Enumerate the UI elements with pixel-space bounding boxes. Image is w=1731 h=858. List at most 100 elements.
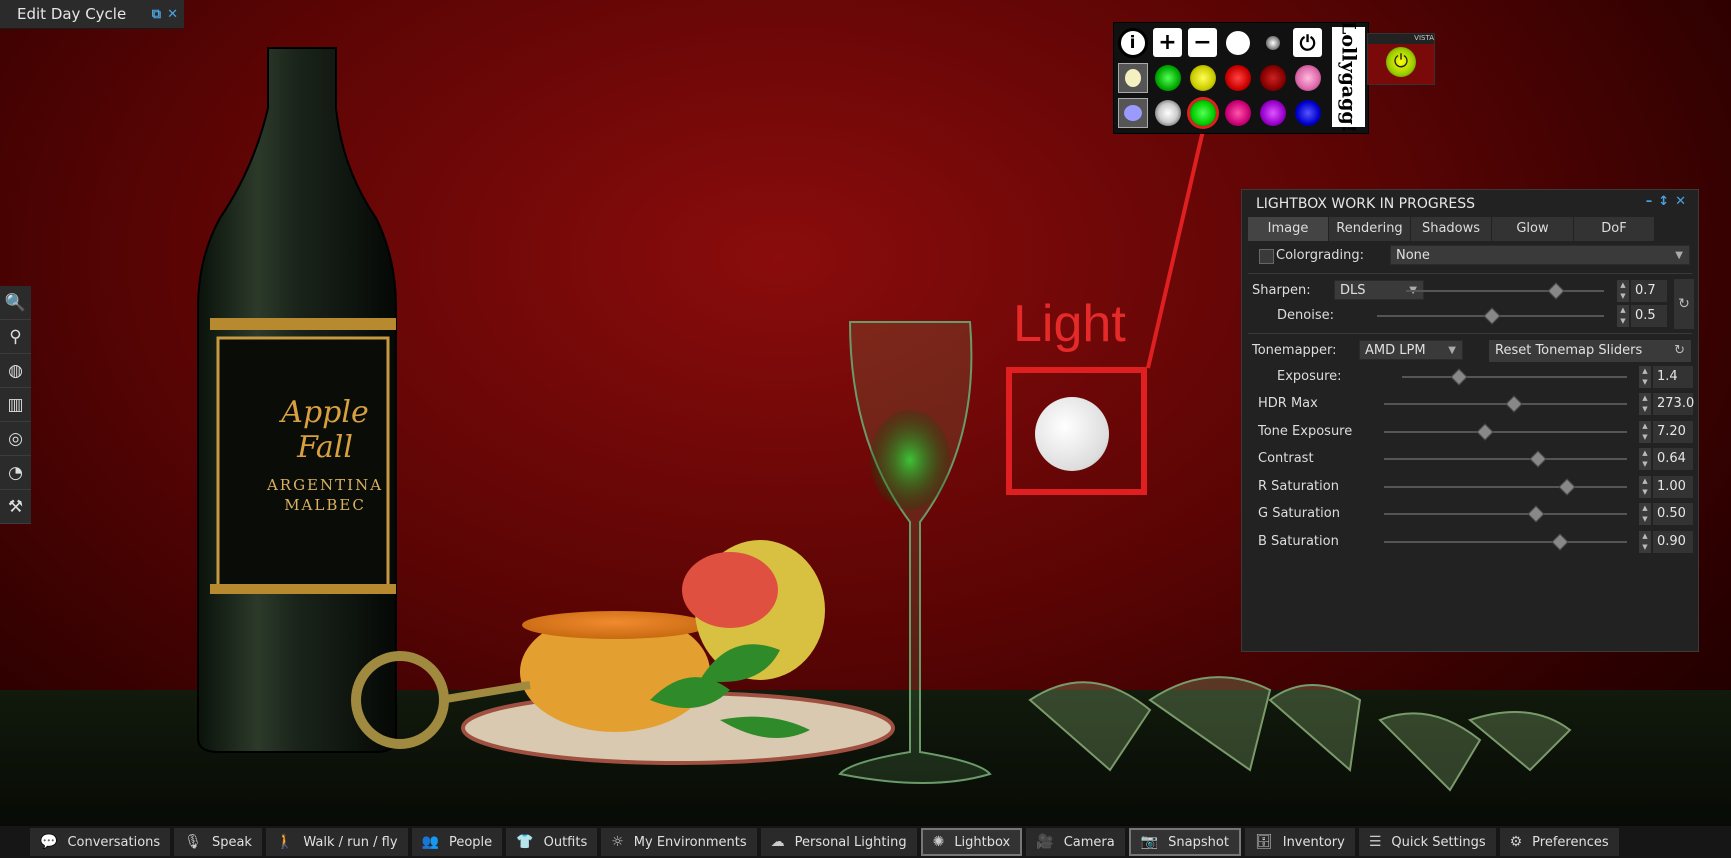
tab-dof[interactable]: DoF — [1574, 217, 1655, 241]
vista-hud[interactable]: VISTA ⏻ — [1367, 33, 1435, 85]
slider-spinner[interactable]: ▲ ▼ — [1639, 476, 1651, 498]
slider-thumb[interactable] — [1450, 368, 1468, 386]
slider-value[interactable]: 1.00 — [1653, 476, 1693, 498]
slider-value[interactable]: 0.64 — [1653, 448, 1693, 470]
tonemapper-row: Tonemapper: AMD LPM ▼ Reset Tonemap Slid… — [1242, 339, 1698, 363]
toolbar-button-people[interactable]: 👥 People — [411, 828, 503, 856]
slider-thumb[interactable] — [1529, 450, 1547, 468]
white-light-button[interactable] — [1225, 30, 1250, 55]
slider-value[interactable]: 1.4 — [1653, 366, 1693, 388]
slider-spinner[interactable]: ▲ ▼ — [1639, 531, 1651, 553]
slider-track[interactable] — [1384, 478, 1627, 496]
yellow-light-button[interactable] — [1189, 64, 1216, 91]
slider-thumb[interactable] — [1527, 505, 1545, 523]
slider-track[interactable] — [1384, 423, 1627, 441]
slider-row: R Saturation ▲ ▼ 1.00 — [1242, 475, 1698, 499]
slider-thumb[interactable] — [1476, 423, 1494, 441]
soft-light-button[interactable] — [1265, 35, 1280, 50]
location-pin-icon[interactable]: ⚲ — [0, 320, 31, 354]
sun-icon: ☼ — [611, 834, 624, 850]
slider-spinner[interactable]: ▲ ▼ — [1639, 366, 1651, 388]
map-icon[interactable]: ▥ — [0, 388, 31, 422]
close-icon[interactable]: ✕ — [1675, 194, 1692, 209]
toolbar-button-quick-settings[interactable]: ☰ Quick Settings — [1358, 828, 1496, 856]
toolbar-button-outfits[interactable]: 👕 Outfits — [506, 828, 598, 856]
toolbar-button-walk-run-fly[interactable]: 🚶 Walk / run / fly — [265, 828, 408, 856]
slider-thumb[interactable] — [1558, 478, 1576, 496]
denoise-slider-thumb[interactable] — [1483, 307, 1500, 325]
tab-rendering[interactable]: Rendering — [1329, 217, 1411, 241]
toolbar-button-preferences[interactable]: ⚙ Preferences — [1499, 828, 1619, 856]
bulb-warm-button[interactable] — [1117, 62, 1148, 93]
tab-image[interactable]: Image — [1248, 217, 1329, 241]
sharpen-value[interactable]: 0.7 — [1631, 280, 1667, 302]
bulb-blue-button[interactable] — [1117, 97, 1148, 128]
slider-track[interactable] — [1402, 368, 1627, 386]
toolbar-button-my-environments[interactable]: ☼ My Environments — [601, 828, 757, 856]
slider-spinner[interactable]: ▲ ▼ — [1639, 393, 1651, 415]
slider-track[interactable] — [1384, 505, 1627, 523]
slider-track[interactable] — [1384, 450, 1627, 468]
toolbar-button-inventory[interactable]: 🗄 Inventory — [1244, 828, 1355, 856]
info-button[interactable]: i — [1117, 27, 1148, 58]
slider-value[interactable]: 0.50 — [1653, 503, 1693, 525]
list-icon: ☰ — [1368, 834, 1382, 850]
slider-value[interactable]: 273.0 — [1653, 393, 1694, 415]
colorgrading-checkbox[interactable] — [1259, 249, 1274, 264]
slider-thumb[interactable] — [1505, 395, 1523, 413]
toolbar-button-speak[interactable]: 🎙 Speak — [174, 828, 262, 856]
tshirt-icon: 👕 — [516, 834, 534, 850]
slider-spinner[interactable]: ▲ ▼ — [1639, 503, 1651, 525]
slider-label: G Saturation — [1258, 506, 1340, 521]
tonemapper-select[interactable]: AMD LPM ▼ — [1359, 340, 1463, 360]
denoise-slider[interactable] — [1377, 307, 1604, 325]
edit-day-cycle-tab[interactable]: Edit Day Cycle ⧉ ✕ — [0, 0, 184, 29]
refresh-icon: ↻ — [1674, 343, 1685, 358]
green-glow-button-selected[interactable] — [1189, 99, 1216, 126]
denoise-spinner[interactable]: ▲ ▼ — [1617, 305, 1629, 327]
toolbar-button-snapshot[interactable]: 📷 Snapshot — [1128, 828, 1241, 856]
tab-shadows[interactable]: Shadows — [1411, 217, 1492, 241]
speedometer-icon[interactable]: ◔ — [0, 456, 31, 490]
purple-light-button[interactable] — [1259, 99, 1286, 126]
slider-label: Contrast — [1258, 451, 1314, 466]
magenta-light-button[interactable] — [1224, 99, 1251, 126]
toolbar-button-conversations[interactable]: 💬 Conversations — [30, 828, 171, 856]
slider-track[interactable] — [1384, 395, 1627, 413]
globe-icon[interactable]: ◍ — [0, 354, 31, 388]
blue-light-button[interactable] — [1294, 99, 1321, 126]
plus-button[interactable]: + — [1153, 28, 1182, 57]
slider-thumb[interactable] — [1551, 533, 1569, 551]
sharpen-slider-thumb[interactable] — [1547, 282, 1564, 300]
pink-light-button[interactable] — [1294, 64, 1321, 91]
slider-value[interactable]: 0.90 — [1653, 531, 1693, 553]
slider-value[interactable]: 7.20 — [1653, 421, 1693, 443]
radar-icon[interactable]: ◎ — [0, 422, 31, 456]
power-button[interactable]: ⏻ — [1293, 28, 1322, 57]
reset-tonemap-sliders-button[interactable]: Reset Tonemap Sliders ↻ — [1489, 340, 1691, 362]
green-light-button[interactable] — [1154, 64, 1181, 91]
slider-track[interactable] — [1384, 533, 1627, 551]
close-icon[interactable]: ✕ — [167, 7, 178, 22]
toolbar-button-lightbox[interactable]: ✺ Lightbox — [920, 828, 1023, 856]
undock-icon[interactable]: ⧉ — [152, 7, 161, 22]
tab-glow[interactable]: Glow — [1492, 217, 1574, 241]
minimize-icon[interactable]: – — [1646, 194, 1659, 209]
dark-red-light-button[interactable] — [1259, 64, 1286, 91]
light-source-object[interactable] — [1035, 397, 1109, 471]
colorgrading-select[interactable]: None ▼ — [1390, 245, 1690, 265]
search-icon[interactable]: 🔍 — [0, 286, 31, 320]
slider-spinner[interactable]: ▲ ▼ — [1639, 448, 1651, 470]
denoise-value[interactable]: 0.5 — [1631, 305, 1667, 327]
toolbar-button-label: Lightbox — [954, 834, 1011, 850]
build-hammer-icon[interactable]: ⚒ — [0, 490, 31, 524]
slider-spinner[interactable]: ▲ ▼ — [1639, 421, 1651, 443]
sharpen-spinner[interactable]: ▲ ▼ — [1617, 280, 1629, 302]
toolbar-button-personal-lighting[interactable]: ☁ Personal Lighting — [760, 828, 917, 856]
white-glow-button[interactable] — [1154, 99, 1181, 126]
sharpen-slider[interactable] — [1406, 282, 1604, 300]
pin-icon[interactable]: ↕ — [1658, 194, 1675, 209]
minus-button[interactable]: − — [1188, 28, 1217, 57]
red-light-button[interactable] — [1224, 64, 1251, 91]
toolbar-button-camera[interactable]: 🎥 Camera — [1026, 828, 1125, 856]
